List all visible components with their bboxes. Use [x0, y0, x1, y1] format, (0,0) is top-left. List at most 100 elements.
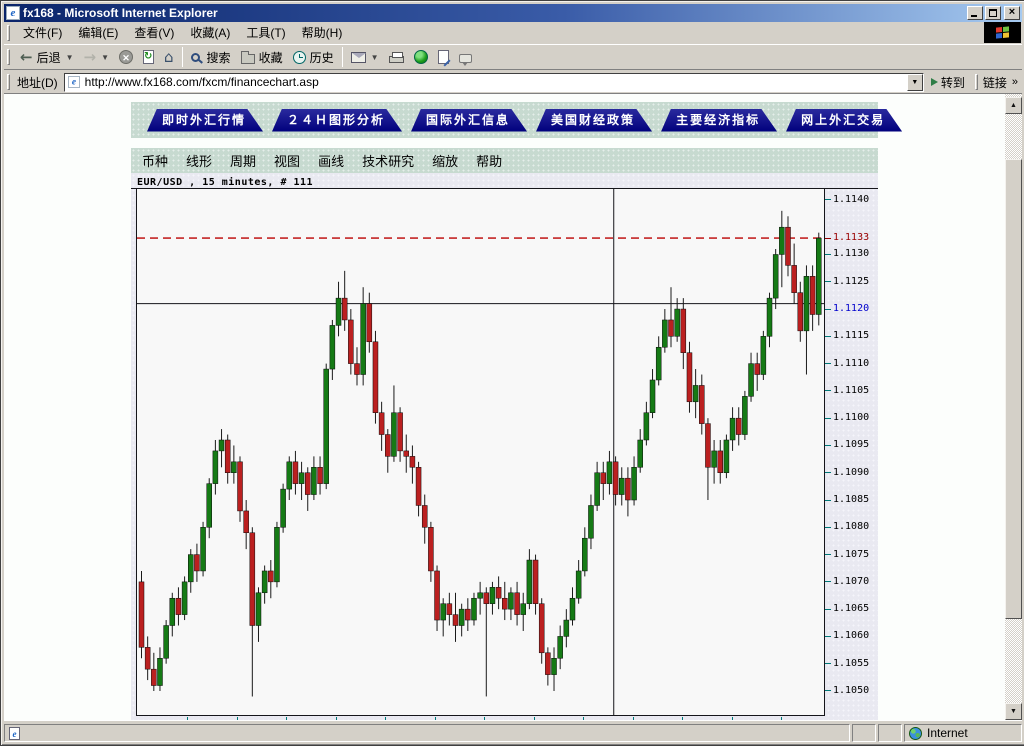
mail-icon	[350, 51, 366, 63]
price-axis: 1.1140 1.1133 1.1130 1.1125 1.1120 1.1115 1.11…	[825, 189, 877, 715]
menubar-grip[interactable]	[7, 25, 10, 41]
go-label: 转到	[940, 75, 965, 90]
price-tick-label: 1.1085	[833, 494, 870, 506]
price-tick	[825, 363, 831, 365]
refresh-button[interactable]: ↻	[138, 46, 159, 68]
scroll-up-button[interactable]: ▲	[1005, 97, 1022, 114]
stop-icon: ✕	[119, 50, 134, 64]
favorites-button[interactable]: 收藏	[236, 46, 288, 68]
chart-menu-item-7[interactable]: 帮助	[467, 149, 511, 172]
back-button[interactable]: ← 后退 ▼	[15, 46, 79, 68]
refresh-icon: ↻	[143, 50, 155, 64]
menubar-item-0[interactable]: 文件(F)	[15, 23, 70, 43]
price-tick-label: 1.1065	[833, 603, 870, 615]
chart-menu-item-0[interactable]: 币种	[133, 149, 177, 172]
menubar-item-2[interactable]: 查看(V)	[126, 23, 182, 43]
forward-arrow-icon: →	[83, 48, 97, 66]
toolbar-grip[interactable]	[7, 49, 10, 65]
status-bar: e Internet	[4, 720, 1022, 742]
chart-menu-item-3[interactable]: 视图	[265, 149, 309, 172]
price-tick	[825, 199, 831, 201]
chart-panel: EUR/USD , 15 minutes, # 111 1.1140 1.1133…	[131, 173, 878, 720]
nav-tabs: 即时外汇行情 ２４Ｈ图形分析 国际外汇信息 美国财经政策 主要经济指标 网上外汇交易	[131, 102, 878, 138]
go-button[interactable]: 转到	[924, 72, 972, 93]
favorites-folder-icon	[240, 50, 255, 64]
chart-menu-item-5[interactable]: 技术研究	[353, 149, 423, 172]
address-input[interactable]: e http://www.fx168.com/fxcm/financechart…	[63, 72, 924, 92]
status-pane-1	[852, 724, 876, 742]
nav-tab-0[interactable]: 即时外汇行情	[147, 109, 263, 132]
address-dropdown-button[interactable]: ▼	[906, 73, 923, 91]
go-arrow-icon	[930, 78, 938, 86]
back-dropdown-icon[interactable]: ▼	[66, 53, 74, 62]
status-main-pane: e	[4, 724, 850, 742]
search-button[interactable]: 搜索	[186, 46, 236, 68]
candlestick-chart[interactable]	[137, 189, 824, 715]
price-tick-label: 1.1095	[833, 439, 870, 451]
price-tick	[825, 554, 831, 556]
menubar-item-5[interactable]: 帮助(H)	[294, 23, 351, 43]
addressbar-grip[interactable]	[7, 74, 10, 90]
page-favicon-icon: e	[67, 76, 80, 88]
history-button[interactable]: 历史	[288, 46, 339, 68]
print-button[interactable]	[384, 46, 409, 68]
edit-button[interactable]	[433, 46, 454, 68]
chart-menu-item-4[interactable]: 画线	[309, 149, 353, 172]
minimize-button[interactable]	[967, 6, 983, 20]
chart-plot[interactable]	[136, 188, 825, 716]
menubar-item-4[interactable]: 工具(T)	[238, 23, 293, 43]
forward-button[interactable]: → ▼	[79, 46, 115, 68]
discuss-button[interactable]	[454, 46, 477, 68]
price-tick-label: 1.1133	[833, 232, 870, 244]
nav-tab-2[interactable]: 国际外汇信息	[411, 109, 527, 132]
vertical-scrollbar[interactable]: ▲ ▼	[1005, 94, 1022, 720]
address-url[interactable]: http://www.fx168.com/fxcm/financechart.a…	[85, 75, 319, 89]
price-tick	[825, 237, 831, 239]
price-tick-label: 1.1070	[833, 575, 870, 587]
price-tick	[825, 253, 831, 255]
links-bar[interactable]: 链接 »	[983, 74, 1022, 91]
price-tick-label: 1.1100	[833, 412, 870, 424]
stop-button[interactable]: ✕	[114, 46, 138, 68]
ie-logo-icon: e	[6, 6, 20, 20]
chart-menubar: 币种 线形 周期 视图 画线 技术研究 缩放 帮助	[131, 148, 878, 173]
scroll-down-button[interactable]: ▼	[1005, 703, 1022, 720]
menubar-item-3[interactable]: 收藏(A)	[182, 23, 238, 43]
print-icon	[388, 52, 404, 63]
price-tick-label: 1.1090	[833, 466, 870, 478]
scrollbar-thumb[interactable]	[1005, 159, 1022, 619]
green-globe-icon	[413, 50, 428, 64]
forward-dropdown-icon[interactable]: ▼	[101, 53, 109, 62]
currency-button[interactable]	[409, 46, 433, 68]
restore-button[interactable]	[985, 6, 1001, 20]
price-tick-label: 1.1140	[833, 193, 870, 205]
chart-menu-item-6[interactable]: 缩放	[423, 149, 467, 172]
price-tick-label: 1.1050	[833, 684, 870, 696]
close-icon: ×	[1008, 6, 1016, 18]
links-grip[interactable]	[974, 74, 978, 90]
nav-tab-3[interactable]: 美国财经政策	[536, 109, 652, 132]
price-tick	[825, 690, 831, 692]
page-content: 即时外汇行情 ２４Ｈ图形分析 国际外汇信息 美国财经政策 主要经济指标 网上外汇交易 币种…	[4, 94, 1005, 720]
mail-button[interactable]: ▼	[346, 46, 384, 68]
home-button[interactable]: ⌂	[159, 46, 179, 68]
nav-tab-1[interactable]: ２４Ｈ图形分析	[272, 109, 402, 132]
price-tick-label: 1.1060	[833, 630, 870, 642]
chart-menu-item-2[interactable]: 周期	[221, 149, 265, 172]
nav-tab-5[interactable]: 网上外汇交易	[786, 109, 902, 132]
minimize-icon	[971, 15, 977, 17]
nav-tab-4[interactable]: 主要经济指标	[661, 109, 777, 132]
price-tick	[825, 390, 831, 392]
price-tick	[825, 663, 831, 665]
menubar: 文件(F) 编辑(E) 查看(V) 收藏(A) 工具(T) 帮助(H)	[4, 22, 1022, 44]
price-tick-label: 1.1125	[833, 275, 870, 287]
links-chevron-icon[interactable]: »	[1012, 76, 1018, 88]
close-button[interactable]: ×	[1004, 6, 1020, 20]
edit-icon	[437, 50, 449, 64]
restore-icon	[989, 9, 997, 17]
mail-dropdown-icon[interactable]: ▼	[371, 53, 379, 62]
menubar-item-1[interactable]: 编辑(E)	[70, 23, 126, 43]
chart-menu-item-1[interactable]: 线形	[177, 149, 221, 172]
zone-label: Internet	[927, 726, 968, 740]
address-bar: 地址(D) e http://www.fx168.com/fxcm/financ…	[4, 71, 1022, 94]
